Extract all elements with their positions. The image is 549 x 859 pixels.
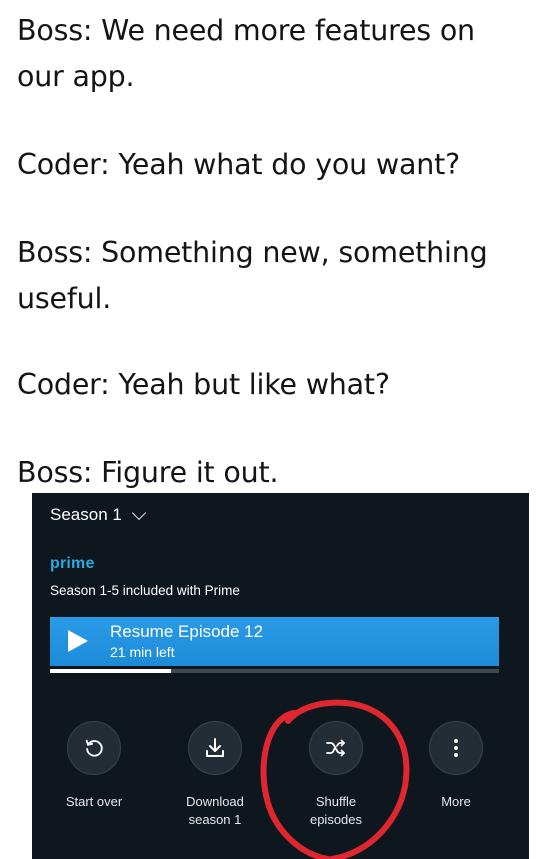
boss-line-1-continued: our app. (17, 60, 135, 93)
more-button[interactable]: More (401, 721, 511, 811)
download-season-button[interactable]: Download season 1 (160, 721, 270, 829)
prime-logo: prime (50, 555, 95, 572)
restart-icon (85, 739, 103, 757)
progress-fill (50, 669, 172, 673)
boss-line-3: Boss: Figure it out. (17, 456, 279, 489)
action-row: Start over Download season 1 Shuffle epi… (32, 721, 529, 859)
resume-title: Resume Episode 12 (110, 622, 264, 641)
progress-bar (50, 669, 499, 673)
season-selector[interactable]: Season 1 (50, 505, 146, 525)
more-circle (429, 721, 483, 775)
shuffle-circle (309, 721, 363, 775)
video-app-panel: Season 1 prime Season 1-5 included with … (32, 493, 529, 859)
shuffle-episodes-button[interactable]: Shuffle episodes (281, 721, 391, 829)
season-label: Season 1 (50, 505, 122, 524)
resume-episode-button[interactable]: Resume Episode 12 21 min left (50, 617, 499, 666)
boss-line-1: Boss: We need more features on (17, 14, 475, 47)
start-over-label: Start over (65, 794, 123, 809)
boss-line-2-continued: useful. (17, 282, 112, 315)
more-label: More (441, 794, 471, 809)
download-icon (206, 738, 224, 757)
coder-line-2: Coder: Yeah but like what? (17, 368, 390, 401)
play-icon (68, 630, 88, 652)
shuffle-label: Shuffle episodes (309, 794, 363, 827)
included-with-prime-text: Season 1-5 included with Prime (50, 583, 240, 598)
download-label: Download season 1 (186, 794, 244, 827)
shuffle-icon (326, 739, 345, 757)
chevron-down-icon (131, 505, 146, 520)
boss-line-2: Boss: Something new, something (17, 236, 488, 269)
coder-line-1: Coder: Yeah what do you want? (17, 148, 461, 181)
download-circle (188, 721, 242, 775)
start-over-circle (67, 721, 121, 775)
time-left: 21 min left (110, 644, 175, 660)
start-over-button[interactable]: Start over (39, 721, 149, 811)
more-vertical-icon (454, 739, 458, 757)
